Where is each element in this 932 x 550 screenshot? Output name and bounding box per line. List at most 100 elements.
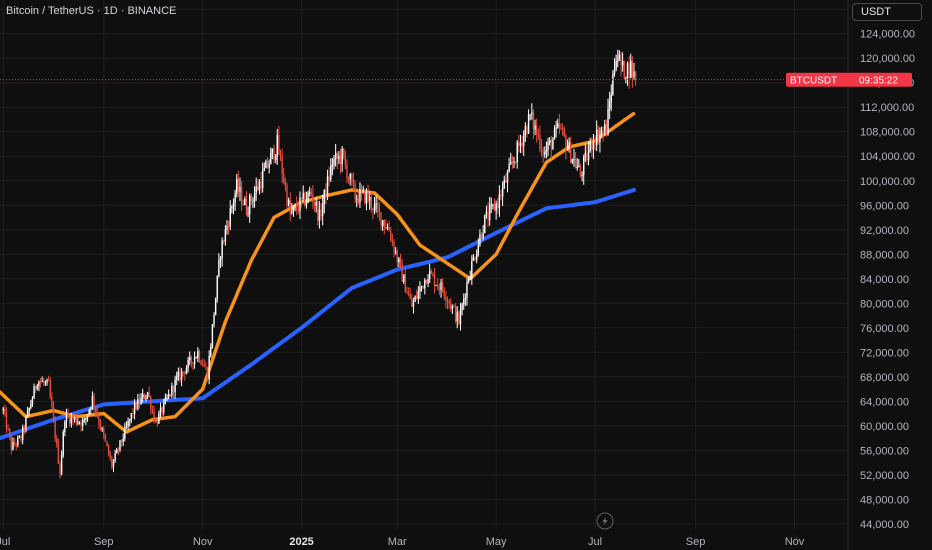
go-to-realtime-button[interactable] [596, 512, 614, 530]
candle-body [450, 302, 452, 309]
candle-body [258, 181, 261, 191]
candle-body [620, 54, 622, 66]
candle-body [271, 148, 274, 153]
price-chart[interactable]: 44,000.00 48,000.00 52,000.00 56,000.00 60,0… [0, 0, 932, 550]
candle-body [265, 161, 267, 169]
candle-body [443, 290, 445, 297]
candle-body [103, 428, 105, 436]
candle-body [558, 123, 561, 128]
candle-body [304, 192, 306, 206]
candle-body [607, 108, 609, 135]
x-tick-label: Mar [388, 536, 407, 548]
candle-body [161, 407, 163, 413]
candle-body [289, 199, 291, 214]
candle-body [600, 130, 603, 135]
candle-body [291, 210, 293, 214]
candle-body [77, 422, 79, 424]
candle-body [498, 194, 501, 209]
candle-body [242, 204, 244, 206]
candle-body [106, 441, 108, 447]
candle-body [618, 54, 621, 61]
candle-body [137, 399, 139, 409]
candle-body [347, 178, 350, 180]
candle-body [532, 112, 535, 130]
candle-body [101, 428, 103, 430]
candle-body [169, 394, 171, 396]
candle-body [537, 134, 540, 136]
candle-body [475, 254, 478, 260]
candle-body [201, 364, 204, 366]
time-axis[interactable]: Jul Sep Nov 2025 Mar May Jul Sep Nov [0, 536, 805, 548]
candle-body [390, 231, 392, 240]
candle-body [351, 173, 353, 181]
candle-body [373, 204, 376, 211]
candle-body [33, 386, 35, 399]
currency-button[interactable]: USDT [852, 3, 922, 21]
candle-body [391, 239, 394, 242]
candle-body [56, 438, 58, 444]
candle-body [338, 155, 340, 159]
candlestick-series [2, 49, 637, 479]
x-tick-label: 2025 [289, 536, 313, 548]
candle-body [214, 298, 217, 316]
candle-body [107, 446, 110, 455]
y-tick-label: 96,000.00 [860, 200, 909, 212]
candle-body [563, 128, 565, 137]
candle-body [300, 197, 303, 199]
candle-body [378, 209, 381, 213]
candle-body [568, 141, 570, 149]
candle-body [276, 135, 278, 156]
candle-body [111, 458, 113, 468]
candle-body [49, 381, 51, 397]
candle-body [7, 428, 9, 430]
candle-body [414, 296, 416, 302]
symbol-title[interactable]: Bitcoin / TetherUS · 1D · BINANCE [6, 5, 176, 17]
candle-body [318, 209, 321, 221]
candle-body [346, 164, 348, 179]
candle-body [65, 413, 68, 422]
candle-body [5, 412, 8, 429]
candle-body [393, 241, 395, 253]
candle-body [461, 304, 463, 311]
candle-body [305, 200, 308, 206]
candle-body [396, 251, 398, 262]
candle-body [487, 211, 489, 221]
candle-body [401, 263, 403, 282]
candle-body [116, 449, 118, 454]
candle-body [177, 371, 180, 377]
candle-body [471, 260, 473, 278]
candle-body [625, 77, 627, 79]
candle-body [597, 129, 600, 143]
candle-body [296, 204, 298, 210]
candle-body [57, 443, 60, 464]
candle-body [630, 61, 632, 79]
candle-body [445, 296, 447, 301]
candle-body [60, 455, 63, 475]
candle-body [70, 417, 73, 424]
candle-body [26, 411, 29, 418]
candle-body [368, 196, 371, 201]
candle-body [192, 362, 194, 365]
candle-body [321, 204, 324, 217]
candle-body [140, 397, 142, 404]
candle-body [503, 179, 505, 188]
candle-body [456, 312, 458, 322]
candle-body [427, 278, 429, 284]
candle-body [172, 385, 175, 393]
candle-body [398, 258, 400, 262]
candle-body [417, 291, 420, 299]
candle-body [561, 128, 564, 130]
y-tick-label: 80,000.00 [860, 298, 909, 310]
candle-body [279, 154, 282, 157]
candle-body [15, 444, 17, 446]
candle-body [227, 225, 230, 227]
candle-body [553, 128, 556, 140]
candle-body [367, 191, 369, 201]
candle-body [578, 165, 580, 167]
candle-body [385, 226, 387, 229]
candle-body [308, 192, 311, 194]
y-tick-label: 76,000.00 [860, 323, 909, 335]
y-tick-label: 120,000.00 [860, 53, 915, 65]
candle-body [608, 101, 611, 109]
candle-body [440, 282, 442, 290]
